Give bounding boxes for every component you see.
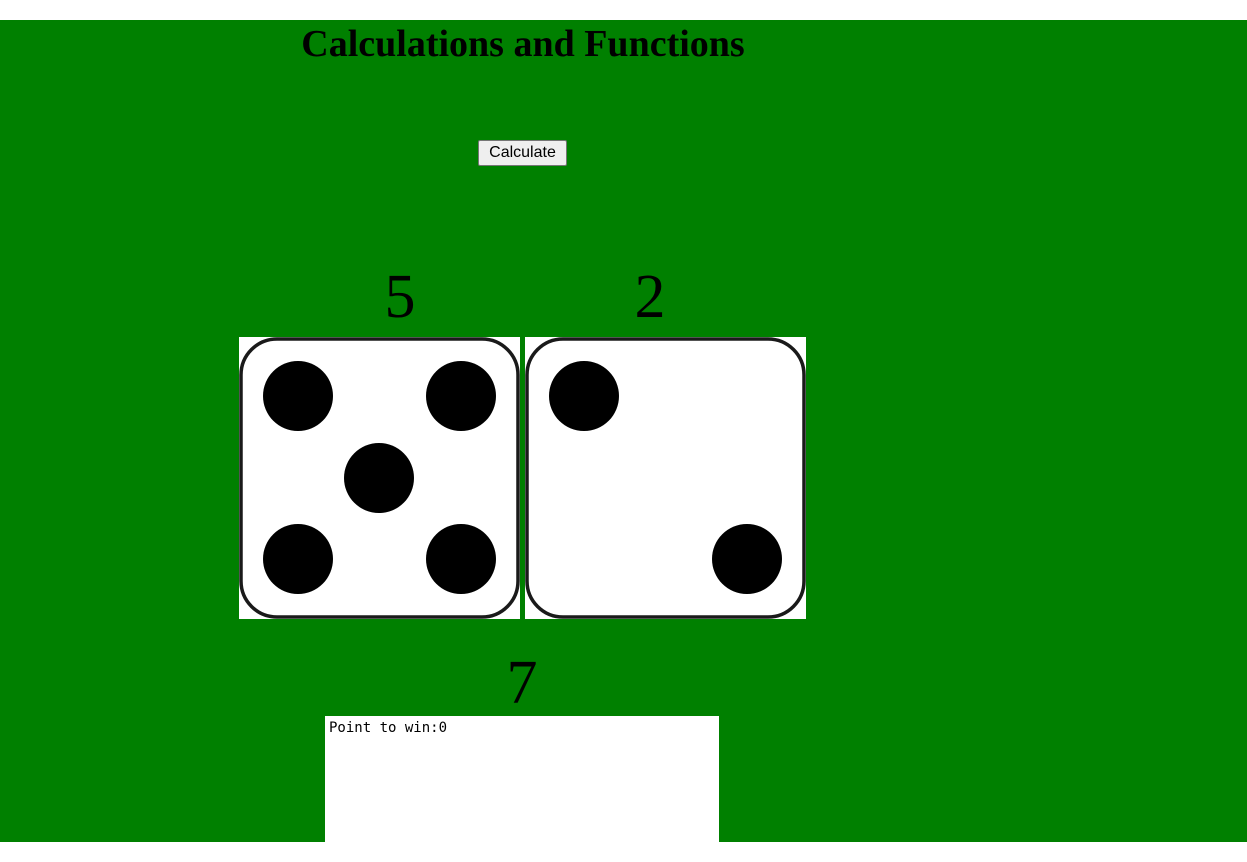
die2-value: 2 xyxy=(634,263,666,331)
die2-image xyxy=(525,337,806,619)
pip xyxy=(549,361,619,431)
output-textarea[interactable]: Point to win:0 xyxy=(325,716,719,862)
die-two-icon xyxy=(525,337,806,619)
pip xyxy=(263,524,333,594)
dice-total: 7 xyxy=(506,649,538,717)
die1-value: 5 xyxy=(384,263,416,331)
die1-image xyxy=(239,337,520,619)
pip xyxy=(426,361,496,431)
pip xyxy=(344,443,414,513)
calculate-button[interactable]: Calculate xyxy=(478,140,567,166)
game-table: Calculations and Functions Calculate 5 2… xyxy=(0,20,1247,862)
pip xyxy=(712,524,782,594)
die-five-icon xyxy=(239,337,520,619)
pip xyxy=(263,361,333,431)
page-title: Calculations and Functions xyxy=(301,23,745,65)
pip xyxy=(426,524,496,594)
